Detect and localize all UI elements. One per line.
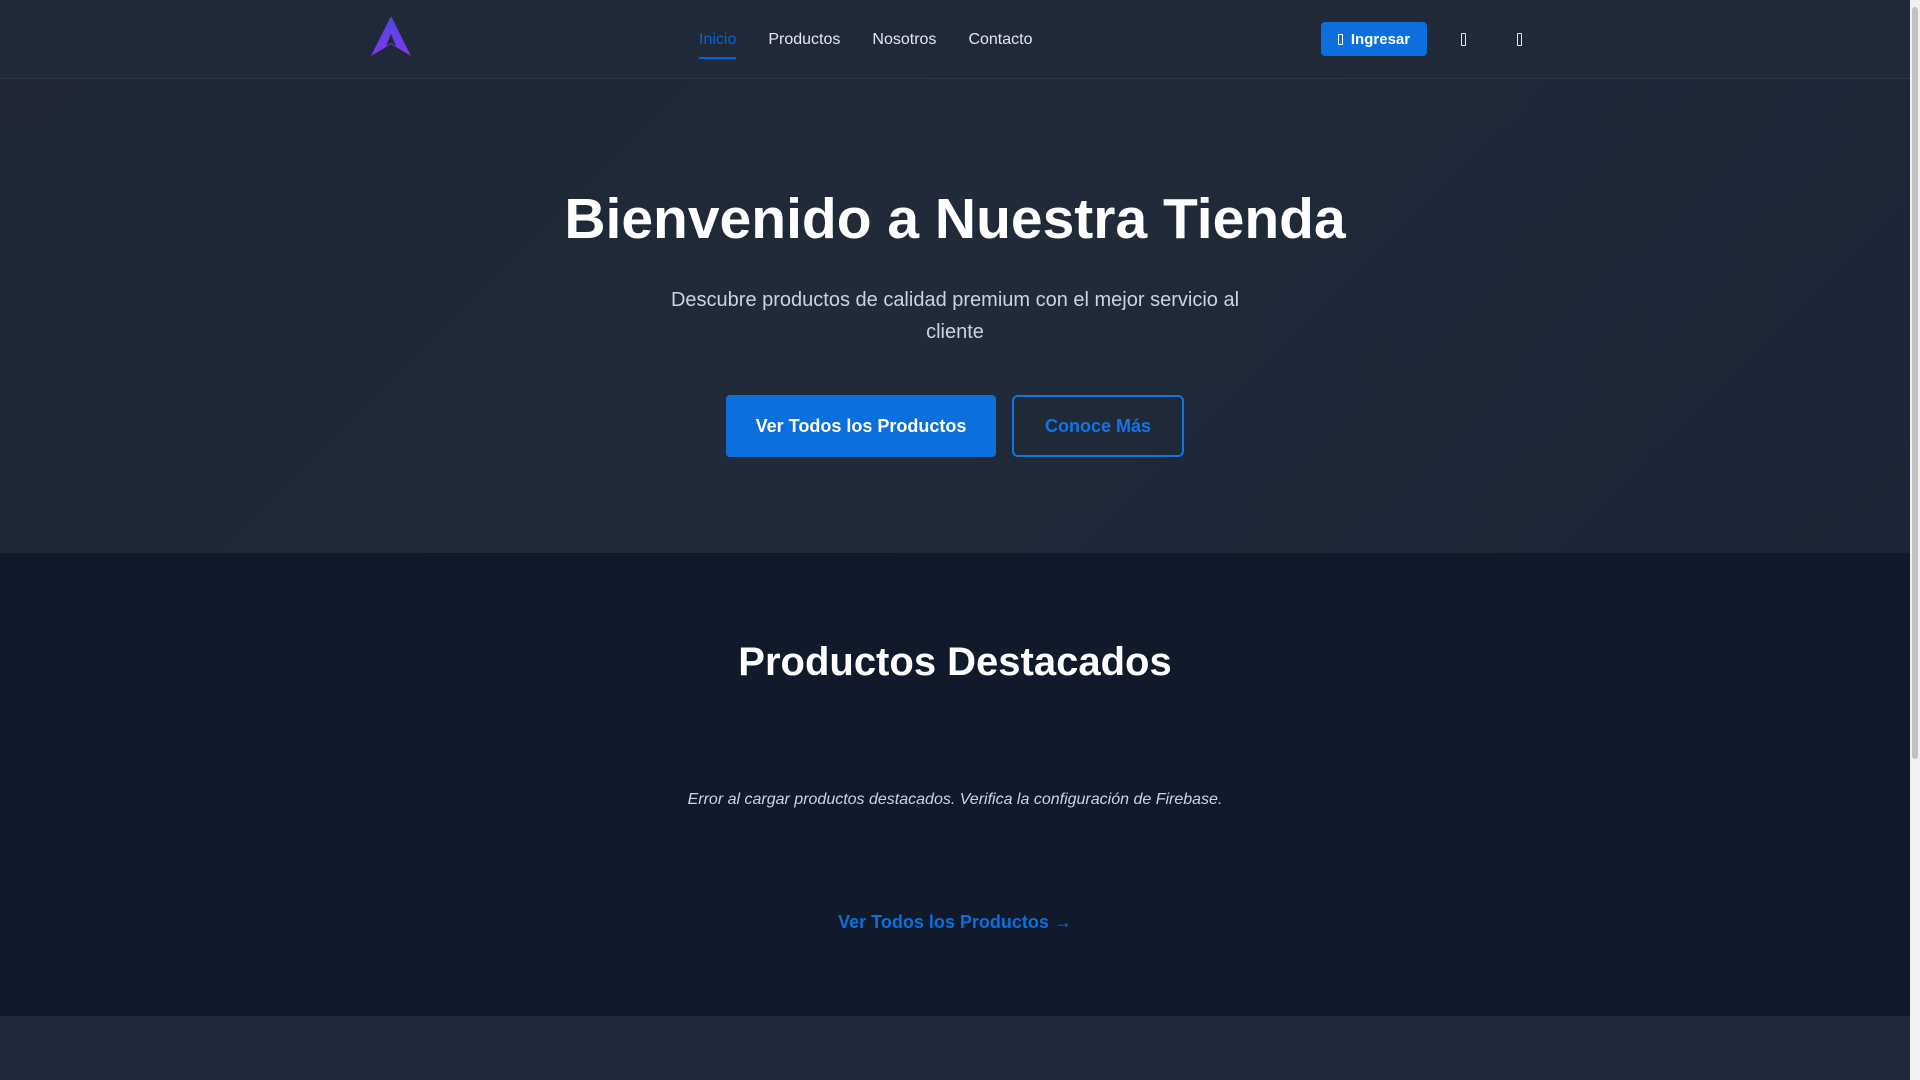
user-icon [1337,33,1343,45]
scrollbar-thumb[interactable] [1912,7,1918,759]
nav-link-contacto[interactable]: Contacto [968,30,1032,50]
nav-link-nosotros[interactable]: Nosotros [872,30,936,50]
page-scrollbar[interactable] [1910,0,1920,1080]
hero-subtitle: Descubre productos de calidad premium co… [670,289,1240,343]
footer-strip [0,1016,1910,1080]
menu-icon [1516,32,1522,46]
learn-more-button[interactable]: Conoce Más [1012,395,1184,457]
nav-link-productos[interactable]: Productos [768,30,840,50]
featured-title: Productos Destacados [738,640,1172,684]
navbar: Inicio Productos Nosotros Contacto Ingre… [0,0,1910,79]
login-button-label: Ingresar [1350,30,1411,48]
featured-products-section: Productos Destacados Error al cargar pro… [0,553,1910,1016]
cart-icon [1460,32,1466,46]
view-all-products-link[interactable]: Ver Todos los Productos → [0,912,1910,933]
login-button[interactable]: Ingresar [1321,22,1427,56]
hero-title: Bienvenido a Nuestra Tienda [564,187,1346,251]
hero-section: Bienvenido a Nuestra Tienda Descubre pro… [0,79,1910,553]
menu-button[interactable] [1513,31,1525,47]
logo-icon[interactable] [369,14,413,58]
nav-link-inicio[interactable]: Inicio [699,30,737,59]
nav-links: Inicio Productos Nosotros Contacto [699,0,1064,79]
cart-button[interactable] [1457,31,1469,47]
featured-error-message: Error al cargar productos destacados. Ve… [687,791,1223,808]
view-all-products-button[interactable]: Ver Todos los Productos [726,395,996,457]
